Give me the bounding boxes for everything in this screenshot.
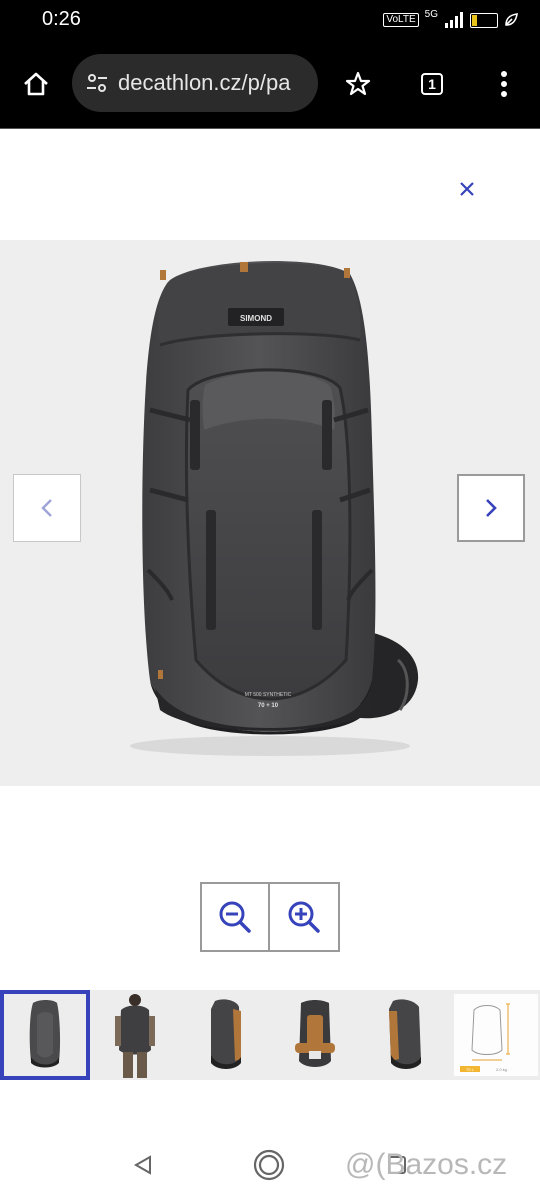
size-chart-volume: 70 L [466,1067,475,1072]
battery-icon: 19 [470,12,498,28]
home-icon [24,72,48,96]
prev-arrow-icon [41,499,52,517]
status-bar: 0:26 VoLTE 5G 19 [0,0,540,40]
volte-indicator: VoLTE [383,13,419,27]
pack-model-text: MT 500 SYNTHETIC [245,692,292,698]
leaf-icon [505,13,518,26]
backpack-worn-thumb-icon [115,994,155,1078]
zoom-in-button[interactable] [270,882,340,952]
watermark-text: @(Bazos.cz [345,1148,508,1181]
site-settings-icon[interactable] [84,70,110,96]
thumbnail-size-chart[interactable]: 70 L 2.0 kg [450,990,540,1080]
size-chart-thumb-icon: 70 L 2.0 kg [450,990,540,1080]
home-nav-icon[interactable] [252,1148,286,1182]
url-bar[interactable]: decathlon.cz/p/pa [72,54,318,112]
bookmark-button[interactable] [338,64,378,104]
close-viewer-button[interactable] [450,172,484,206]
close-icon [460,182,474,196]
backpack-side2-thumb-icon [389,999,421,1069]
more-menu-button[interactable] [484,64,524,104]
status-time: 0:26 [42,8,81,30]
pack-capacity-text: 70 + 10 [258,703,279,709]
tab-count: 1 [428,76,436,92]
battery-level: 19 [478,14,490,26]
back-nav-icon[interactable] [132,1154,154,1176]
bookmark-star-icon [345,71,371,96]
thumbnail-front-view[interactable] [0,990,90,1080]
thumbnail-strip: 70 L 2.0 kg [0,990,540,1080]
url-text: decathlon.cz/p/pa [118,70,291,95]
size-chart-weight: 2.0 kg [496,1067,507,1072]
status-icons: VoLTE 5G 19 [383,9,518,31]
zoom-out-icon [219,901,251,933]
tab-switcher-icon: 1 [421,73,443,95]
backpack-side-thumb-icon [211,999,241,1069]
browser-toolbar: decathlon.cz/p/pa 1 [0,40,540,129]
tab-switcher-button[interactable]: 1 [412,64,452,104]
prev-image-button[interactable] [13,474,81,542]
signal-icon [445,12,463,28]
thumbnail-side-view[interactable] [180,990,270,1080]
home-button[interactable] [16,64,56,104]
pack-logo-text: SIMOND [240,314,272,323]
zoom-controls [200,882,340,952]
thumbnail-side-view-2[interactable] [360,990,450,1080]
network-type: 5G [424,8,438,20]
more-menu-icon [501,71,507,97]
thumbnail-back-panel[interactable] [270,990,360,1080]
next-arrow-icon [486,499,497,517]
zoom-in-icon [288,901,320,933]
backpack-thumb-icon [29,1000,61,1068]
thumbnail-worn-view[interactable] [90,990,180,1080]
backpack-back-thumb-icon [295,1000,335,1067]
zoom-out-button[interactable] [200,882,270,952]
next-image-button[interactable] [457,474,525,542]
